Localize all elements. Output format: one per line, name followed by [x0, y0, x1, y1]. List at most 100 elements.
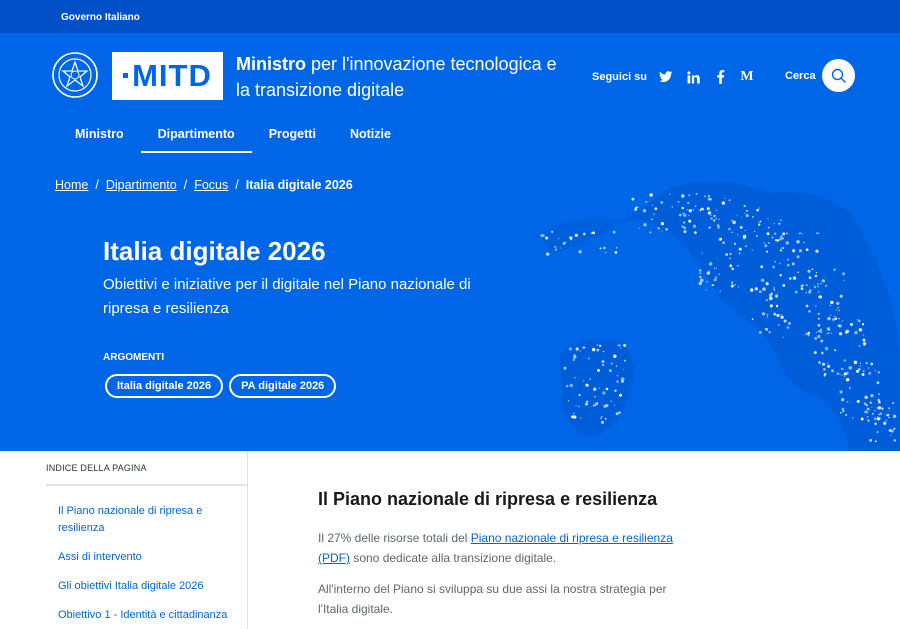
- nav-item-notizie[interactable]: Notizie: [333, 120, 408, 153]
- linkedin-icon[interactable]: [686, 70, 700, 84]
- city-light: [798, 249, 802, 253]
- city-light: [765, 282, 769, 286]
- topic-chip-italia-digitale-2026[interactable]: Italia digitale 2026: [105, 374, 224, 398]
- city-light: [834, 349, 837, 352]
- city-light: [831, 369, 834, 373]
- toc-link-assi-di-intervento[interactable]: Assi di intervento: [58, 549, 218, 566]
- city-light: [574, 376, 576, 379]
- city-light: [832, 318, 835, 321]
- city-light: [845, 329, 850, 334]
- search-label[interactable]: Cerca: [785, 70, 816, 82]
- city-light: [800, 287, 804, 291]
- city-light: [788, 321, 791, 325]
- breadcrumb-home[interactable]: Home: [55, 178, 88, 192]
- city-light: [863, 345, 865, 347]
- city-light: [856, 399, 860, 403]
- emblem-italia-icon[interactable]: [51, 51, 99, 99]
- city-light: [603, 246, 606, 250]
- city-light: [758, 221, 760, 223]
- brand-title[interactable]: Ministro per l'innovazione tecnologica e…: [236, 51, 566, 103]
- city-light: [613, 354, 617, 358]
- city-light: [736, 233, 739, 236]
- city-light: [688, 209, 692, 213]
- city-light: [783, 319, 787, 323]
- city-light: [722, 241, 725, 245]
- twitter-icon[interactable]: [659, 70, 673, 84]
- city-light: [886, 413, 890, 417]
- city-light: [555, 247, 558, 249]
- city-light: [868, 367, 870, 369]
- city-light: [826, 362, 828, 364]
- city-light: [787, 258, 790, 261]
- city-light: [879, 412, 883, 415]
- city-light: [859, 362, 862, 364]
- city-light: [615, 412, 619, 416]
- city-light: [801, 233, 803, 235]
- city-light: [660, 222, 665, 226]
- city-light: [773, 312, 777, 316]
- city-light: [823, 368, 826, 371]
- mitd-logo[interactable]: MITD: [112, 52, 223, 100]
- city-light: [834, 317, 838, 320]
- toc-link-obiettivi[interactable]: Gli obiettivi Italia digitale 2026: [58, 578, 233, 595]
- city-light: [868, 408, 870, 411]
- city-light: [775, 294, 779, 298]
- city-light: [730, 284, 734, 288]
- city-light: [551, 230, 554, 233]
- city-light: [758, 330, 762, 334]
- city-light: [773, 287, 775, 289]
- facebook-icon[interactable]: [713, 70, 727, 84]
- medium-icon[interactable]: M: [740, 69, 754, 84]
- toc-link-obiettivo-1[interactable]: Obiettivo 1 - Identità e cittadinanza: [58, 607, 238, 624]
- city-light: [893, 439, 896, 442]
- city-light: [872, 413, 874, 415]
- city-light: [817, 334, 821, 339]
- toc-link-piano-nazionale[interactable]: Il Piano nazionale di ripresa e resilien…: [58, 503, 218, 537]
- topic-chip-pa-digitale-2026[interactable]: PA digitale 2026: [229, 374, 337, 398]
- city-light: [706, 271, 711, 275]
- city-light: [763, 242, 765, 244]
- city-light: [701, 252, 703, 254]
- city-light: [730, 281, 734, 284]
- city-light: [699, 210, 701, 212]
- city-light: [765, 299, 768, 302]
- city-light: [850, 323, 854, 327]
- nav-item-progetti[interactable]: Progetti: [252, 120, 333, 153]
- city-light: [771, 236, 774, 239]
- city-light: [620, 347, 622, 349]
- city-light: [883, 421, 887, 425]
- search-icon: [831, 68, 846, 83]
- city-light: [599, 247, 602, 250]
- city-light: [698, 275, 702, 279]
- city-light: [738, 247, 742, 251]
- city-light: [649, 231, 652, 234]
- city-light: [563, 366, 567, 370]
- city-light: [839, 374, 841, 376]
- hero-section: MITD Ministro per l'innovazione tecnolog…: [0, 33, 900, 451]
- city-light: [893, 427, 896, 430]
- city-light: [678, 213, 682, 217]
- city-light: [609, 369, 612, 372]
- governo-italiano-link[interactable]: Governo Italiano: [61, 12, 140, 23]
- city-light: [736, 215, 738, 217]
- city-light: [718, 218, 720, 221]
- city-light: [877, 416, 879, 418]
- city-light: [817, 312, 821, 316]
- city-light: [874, 422, 877, 426]
- breadcrumb-dipartimento[interactable]: Dipartimento: [106, 178, 177, 192]
- city-light: [733, 242, 737, 245]
- city-light: [834, 315, 836, 318]
- city-light: [807, 269, 811, 273]
- search-button[interactable]: [822, 59, 855, 92]
- nav-item-dipartimento[interactable]: Dipartimento: [140, 120, 252, 153]
- city-light: [845, 371, 849, 375]
- city-light: [560, 247, 562, 249]
- nav-item-ministro[interactable]: Ministro: [58, 120, 141, 153]
- breadcrumb-focus[interactable]: Focus: [194, 178, 228, 192]
- city-light: [796, 255, 800, 259]
- city-light: [615, 365, 618, 367]
- city-light: [638, 227, 640, 229]
- city-light: [651, 204, 653, 206]
- city-light: [817, 317, 820, 320]
- city-light: [751, 216, 754, 218]
